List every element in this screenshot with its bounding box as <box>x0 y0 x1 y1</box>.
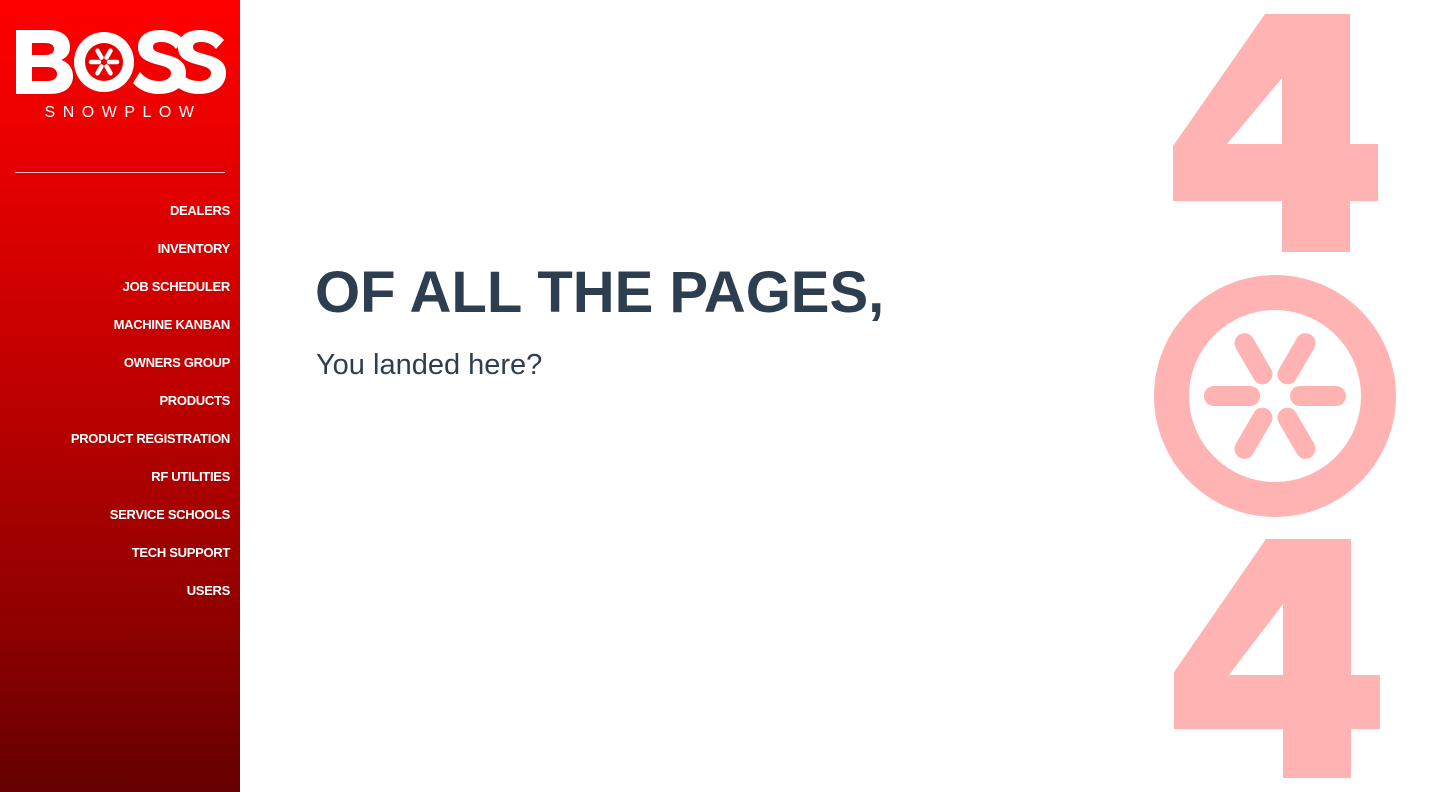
sidebar-link-rf-utilities[interactable]: RF UTILITIES <box>151 467 230 487</box>
boss-wheel-icon <box>1154 275 1396 517</box>
digit-four-top <box>1173 14 1378 252</box>
sidebar-link-products[interactable]: PRODUCTS <box>159 391 230 411</box>
sidebar-item-service-schools: SERVICE SCHOOLS <box>0 505 231 543</box>
page-subline: You landed here? <box>316 349 543 381</box>
sidebar-divider <box>15 172 225 173</box>
error-404-graphic <box>1154 14 1396 778</box>
sidebar-item-tech-support: TECH SUPPORT <box>0 543 231 581</box>
sidebar-link-inventory[interactable]: INVENTORY <box>158 239 231 259</box>
sidebar-link-service-schools[interactable]: SERVICE SCHOOLS <box>110 505 231 525</box>
sidebar-item-products: PRODUCTS <box>0 391 230 429</box>
sidebar-link-product-registration[interactable]: PRODUCT REGISTRATION <box>71 429 230 449</box>
page-headline: OF ALL THE PAGES, <box>315 260 885 325</box>
sidebar-link-dealers[interactable]: DEALERS <box>170 201 230 221</box>
digit-four-bottom <box>1174 539 1380 778</box>
page: SNOWPLOW DEALERS INVENTORY JOB SCHEDULER… <box>0 0 1439 792</box>
sidebar-item-machine-kanban: MACHINE KANBAN <box>0 315 231 353</box>
sidebar-link-machine-kanban[interactable]: MACHINE KANBAN <box>114 315 231 335</box>
boss-wordmark-logo <box>16 30 226 94</box>
boss-snowplow-logo[interactable]: SNOWPLOW <box>14 26 226 126</box>
sidebar-link-users[interactable]: USERS <box>187 581 231 601</box>
sidebar-link-job-scheduler[interactable]: JOB SCHEDULER <box>123 277 231 297</box>
logo-subtitle: SNOWPLOW <box>44 104 202 121</box>
sidebar-item-rf-utilities: RF UTILITIES <box>0 467 230 505</box>
sidebar-item-inventory: INVENTORY <box>0 239 231 277</box>
sidebar-link-tech-support[interactable]: TECH SUPPORT <box>132 543 231 563</box>
sidebar-item-users: USERS <box>0 581 231 619</box>
sidebar-item-owners-group: OWNERS GROUP <box>0 353 230 391</box>
sidebar-item-job-scheduler: JOB SCHEDULER <box>0 277 231 315</box>
sidebar-nav: DEALERS INVENTORY JOB SCHEDULER MACHINE … <box>0 201 230 619</box>
sidebar-link-owners-group[interactable]: OWNERS GROUP <box>124 353 230 373</box>
sidebar-item-product-registration: PRODUCT REGISTRATION <box>0 429 230 467</box>
sidebar: SNOWPLOW DEALERS INVENTORY JOB SCHEDULER… <box>0 0 240 792</box>
sidebar-item-dealers: DEALERS <box>0 201 230 239</box>
